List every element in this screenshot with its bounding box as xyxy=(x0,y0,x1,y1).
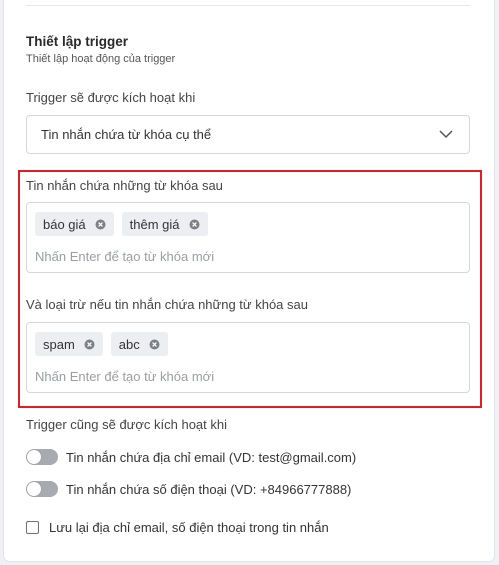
chevron-down-icon xyxy=(439,130,453,139)
also-trigger-label: Trigger cũng sẽ được kích hoạt khi xyxy=(26,417,228,432)
include-keywords-field[interactable]: báo giá thêm giá xyxy=(26,202,470,273)
exclude-keyword-input[interactable] xyxy=(35,367,455,385)
save-contact-row: Lưu lại địa chỉ email, số điện thoại tro… xyxy=(26,520,329,535)
tag-label: spam xyxy=(43,336,75,352)
tag-label: báo giá xyxy=(43,216,86,232)
toggle-knob xyxy=(27,450,41,464)
include-tag-list: báo giá thêm giá xyxy=(35,212,208,236)
exclude-tag-list: spam abc xyxy=(35,332,168,356)
phone-toggle[interactable] xyxy=(26,481,58,497)
section-title: Thiết lập trigger xyxy=(26,34,129,49)
remove-circle-icon[interactable] xyxy=(149,339,160,350)
tag-label: thêm giá xyxy=(129,216,180,232)
include-keywords-label: Tin nhắn chứa những từ khóa sau xyxy=(26,178,223,193)
section-subtitle: Thiết lập hoạt động của trigger xyxy=(26,53,176,65)
keyword-tag: thêm giá xyxy=(121,212,208,236)
remove-circle-icon[interactable] xyxy=(84,339,95,350)
remove-circle-icon[interactable] xyxy=(95,219,106,230)
remove-circle-icon[interactable] xyxy=(189,219,200,230)
exclude-keywords-field[interactable]: spam abc xyxy=(26,322,470,393)
tag-label: abc xyxy=(118,336,140,352)
email-toggle-label: Tin nhắn chứa địa chỉ email (VD: test@gm… xyxy=(66,449,357,465)
keyword-tag: abc xyxy=(110,332,168,356)
phone-toggle-row: Tin nhắn chứa số điện thoại (VD: +849667… xyxy=(26,481,351,497)
toggle-knob xyxy=(27,482,41,496)
save-contact-label: Lưu lại địa chỉ email, số điện thoại tro… xyxy=(49,520,329,535)
keyword-tag: báo giá xyxy=(35,212,114,236)
trigger-type-value: Tin nhắn chứa từ khóa cụ thể xyxy=(41,127,212,142)
include-keyword-input[interactable] xyxy=(35,247,455,265)
keyword-tag: spam xyxy=(35,332,103,356)
exclude-keywords-label: Và loại trừ nếu tin nhắn chứa những từ k… xyxy=(26,297,308,312)
trigger-type-select[interactable]: Tin nhắn chứa từ khóa cụ thể xyxy=(26,115,470,154)
email-toggle[interactable] xyxy=(26,449,58,465)
divider xyxy=(26,5,470,6)
save-contact-checkbox[interactable] xyxy=(26,521,39,534)
trigger-select-label: Trigger sẽ được kích hoạt khi xyxy=(26,90,196,105)
phone-toggle-label: Tin nhắn chứa số điện thoại (VD: +849667… xyxy=(66,481,352,497)
email-toggle-row: Tin nhắn chứa địa chỉ email (VD: test@gm… xyxy=(26,449,356,465)
